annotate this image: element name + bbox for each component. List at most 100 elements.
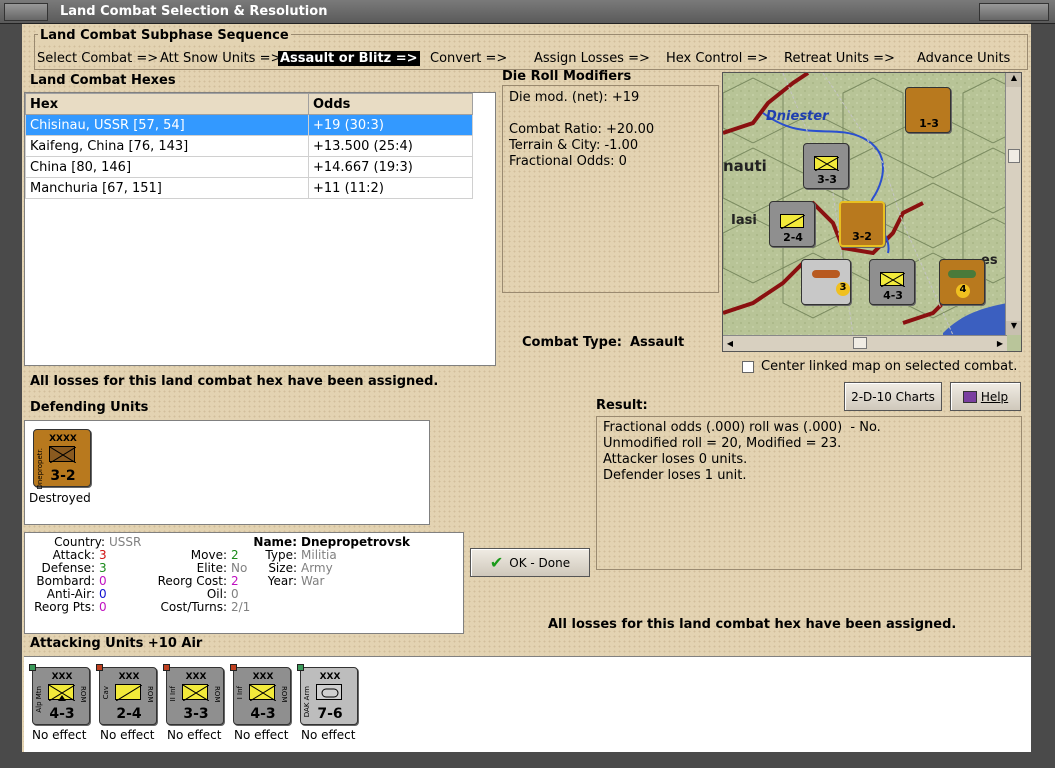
- unit-marker: [96, 664, 103, 671]
- attacking-unit-counter[interactable]: XXX DAK Arm 7-6: [297, 664, 358, 725]
- scroll-thumb[interactable]: [1008, 149, 1020, 163]
- hex-cell[interactable]: Kaifeng, China [76, 143]: [25, 135, 309, 157]
- help-book-icon: [962, 390, 977, 403]
- table-row[interactable]: China [80, 146] +14.667 (19:3): [25, 156, 473, 178]
- scroll-up-arrow-icon[interactable]: ▲: [1006, 73, 1021, 87]
- bombard-value: 0: [99, 574, 107, 588]
- defense-label: Defense:: [41, 561, 95, 575]
- map-unit-counter-selected[interactable]: 3-2: [839, 201, 885, 247]
- map-unit-counter[interactable]: 1-3: [905, 87, 951, 133]
- reorgpts-value: 0: [99, 600, 107, 614]
- unit-marker: [29, 664, 36, 671]
- defending-title: Defending Units: [30, 400, 149, 415]
- map-unit-counter[interactable]: 2-4: [769, 201, 815, 247]
- unit-size-marker: XXX: [51, 672, 73, 682]
- map-air-unit-counter[interactable]: 4: [939, 259, 985, 305]
- scroll-down-arrow-icon[interactable]: ▼: [1006, 321, 1021, 335]
- cavalry-icon: [115, 684, 142, 701]
- map-unit-value: 3-2: [852, 230, 872, 243]
- ok-done-label: OK - Done: [509, 555, 571, 570]
- hex-cell[interactable]: China [80, 146]: [25, 156, 309, 178]
- unit-value: 3-3: [183, 706, 209, 722]
- unit-marker: [163, 664, 170, 671]
- map-unit-counter[interactable]: 3-3: [803, 143, 849, 189]
- infantry-icon: [880, 272, 905, 287]
- modifier-net: Die mod. (net): +19: [509, 90, 640, 105]
- armor-icon: [316, 684, 342, 700]
- scroll-right-arrow-icon[interactable]: ▶: [993, 336, 1007, 351]
- center-map-label: Center linked map on selected combat.: [761, 359, 1018, 374]
- title-bar: Land Combat Selection & Resolution: [0, 0, 1055, 24]
- charts-button[interactable]: 2-D-10 Charts: [844, 382, 942, 411]
- table-row[interactable]: Chisinau, USSR [57, 54] +19 (30:3): [25, 114, 473, 136]
- unit-size-marker: XXX: [118, 672, 140, 682]
- reorgcost-value: 2: [231, 574, 239, 588]
- system-menu-button[interactable]: [4, 3, 48, 21]
- attacking-unit-counter[interactable]: XXX I Inf ROM 4-3: [230, 664, 291, 725]
- odds-cell[interactable]: +14.667 (19:3): [308, 156, 473, 178]
- type-label: Type:: [265, 548, 297, 562]
- infantry-icon: [814, 156, 839, 171]
- map-horizontal-scrollbar[interactable]: ◀ ▶: [723, 335, 1007, 351]
- scroll-left-arrow-icon[interactable]: ◀: [723, 336, 737, 351]
- antiair-label: Anti-Air:: [46, 587, 95, 601]
- map-air-strength: 4: [956, 284, 970, 298]
- year-label: Year:: [267, 574, 297, 588]
- losses-assigned-message-2: All losses for this land combat hex have…: [548, 617, 957, 632]
- unit-value: 2-4: [116, 706, 142, 722]
- scroll-thumb[interactable]: [853, 337, 867, 349]
- name-label: Name:: [253, 535, 297, 549]
- table-row[interactable]: Kaifeng, China [76, 143] +13.500 (25:4): [25, 135, 473, 157]
- odds-cell[interactable]: +11 (11:2): [308, 177, 473, 199]
- map-air-strength: 3: [836, 282, 850, 296]
- mountain-infantry-icon: [48, 684, 75, 701]
- defending-unit-counter[interactable]: XXXX Dnepropetr. 3-2: [33, 429, 91, 490]
- map-air-unit-counter[interactable]: 3: [801, 259, 851, 305]
- unit-marker: [230, 664, 237, 671]
- column-header-hex[interactable]: Hex: [25, 93, 309, 115]
- odds-cell[interactable]: +19 (30:3): [308, 114, 473, 136]
- map-vertical-scrollbar[interactable]: ▲ ▼: [1005, 73, 1021, 335]
- combat-type-label: Combat Type:: [522, 335, 622, 350]
- result-panel: Fractional odds (.000) roll was (.000) -…: [596, 416, 1022, 570]
- attacking-unit-counter[interactable]: XXX Cav ROM 2-4: [96, 664, 157, 725]
- ok-done-button[interactable]: ✔ OK - Done: [470, 548, 590, 577]
- attacking-unit-counter[interactable]: XXX Alp Mtn ROM 4-3: [29, 664, 90, 725]
- hexes-title: Land Combat Hexes: [30, 73, 176, 88]
- hex-cell[interactable]: Manchuria [67, 151]: [25, 177, 309, 199]
- unit-size-marker: XXX: [185, 672, 207, 682]
- modifier-fractional-odds: Fractional Odds: 0: [509, 154, 627, 169]
- unit-side-label: I Inf: [236, 686, 244, 700]
- attacking-unit-counter[interactable]: XXX II Inf ROM 3-3: [163, 664, 224, 725]
- help-button[interactable]: Help: [950, 382, 1021, 411]
- frame-right: [1031, 24, 1055, 768]
- window-title: Land Combat Selection & Resolution: [60, 4, 328, 19]
- infantry-icon: [182, 684, 209, 701]
- table-row[interactable]: Manchuria [67, 151] +11 (11:2): [25, 177, 473, 199]
- attacking-units-panel: XXX Alp Mtn ROM 4-3 No effect XXX Cav RO…: [24, 656, 1031, 752]
- costturns-label: Cost/Turns:: [160, 600, 227, 614]
- linked-map[interactable]: Dniester nauti Iasi es 1-3 3-3 2-4 3-2 3: [722, 72, 1022, 352]
- center-map-checkbox[interactable]: [742, 361, 754, 373]
- map-place-label: nauti: [723, 157, 767, 175]
- year-value: War: [301, 574, 325, 588]
- help-button-label: Help: [980, 389, 1009, 404]
- size-value: Army: [301, 561, 333, 575]
- unit-side-label: II Inf: [169, 686, 177, 702]
- attacking-unit-status: No effect: [234, 728, 289, 742]
- losses-assigned-message: All losses for this land combat hex have…: [30, 374, 439, 389]
- odds-cell[interactable]: +13.500 (25:4): [308, 135, 473, 157]
- type-value: Militia: [301, 548, 337, 562]
- attacking-unit-status: No effect: [167, 728, 222, 742]
- column-header-odds[interactable]: Odds: [308, 93, 473, 115]
- unit-nation-label: ROM: [280, 686, 288, 703]
- result-line: Fractional odds (.000) roll was (.000) -…: [603, 420, 881, 435]
- infantry-icon: [249, 684, 276, 701]
- phase-advance-units: Advance Units: [917, 51, 1011, 66]
- hex-cell[interactable]: Chisinau, USSR [57, 54]: [25, 114, 309, 136]
- attack-label: Attack:: [52, 548, 95, 562]
- map-unit-counter[interactable]: 4-3: [869, 259, 915, 305]
- size-label: Size:: [268, 561, 297, 575]
- window-controls[interactable]: [979, 3, 1049, 21]
- client-area: Land Combat Subphase Sequence Select Com…: [22, 24, 1031, 752]
